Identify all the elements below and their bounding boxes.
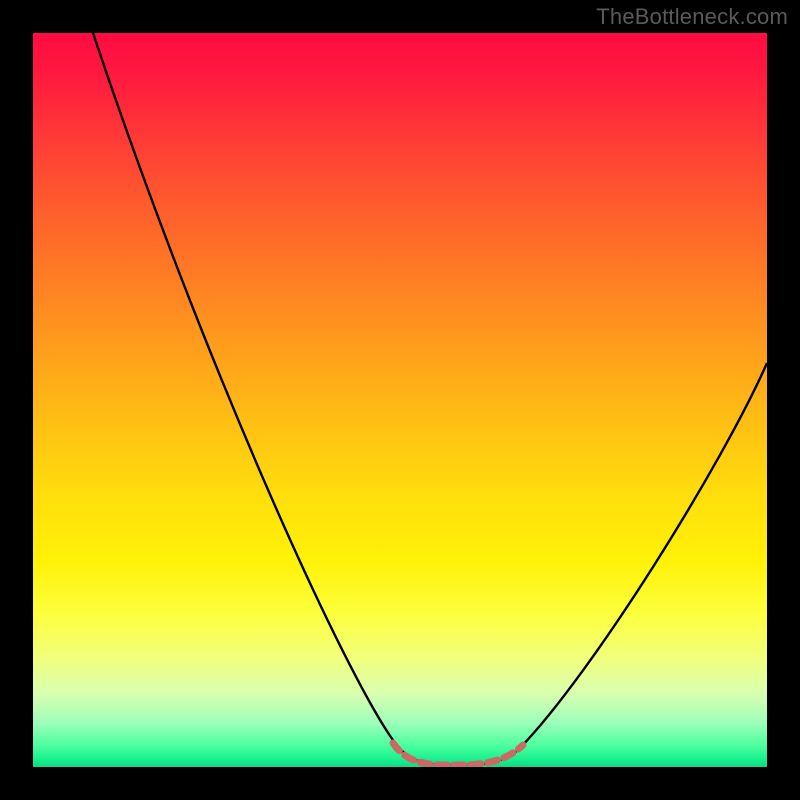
plot-area xyxy=(33,33,767,767)
bottleneck-curve xyxy=(93,33,767,765)
chart-frame: TheBottleneck.com xyxy=(0,0,800,800)
curve-layer xyxy=(33,33,767,767)
watermark-text: TheBottleneck.com xyxy=(596,4,788,30)
valley-highlight xyxy=(393,743,523,765)
